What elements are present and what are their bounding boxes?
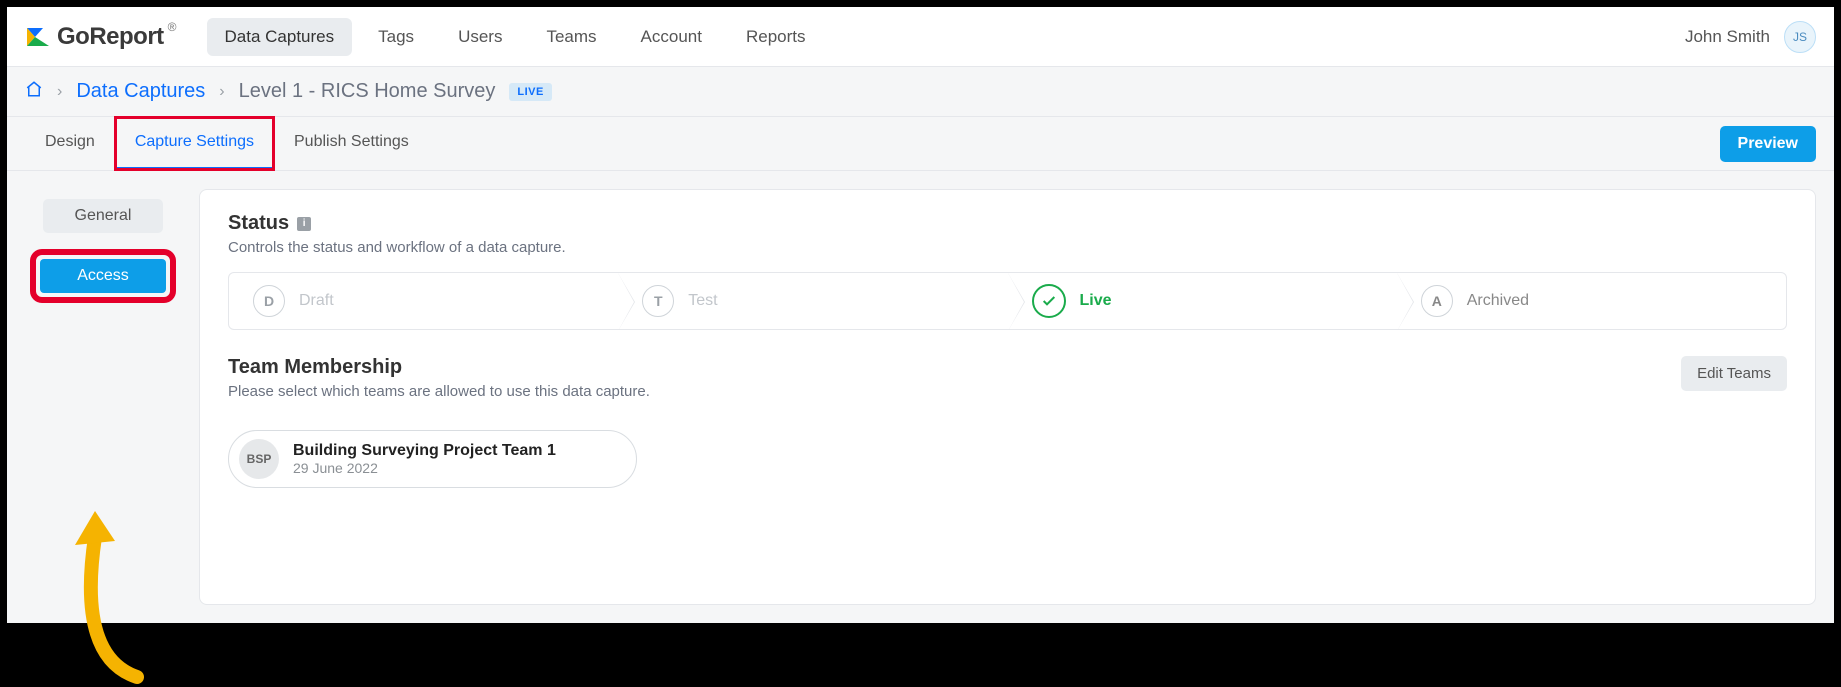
logo-icon — [25, 24, 51, 50]
team-name: Building Surveying Project Team 1 — [293, 442, 556, 460]
step-label: Live — [1080, 292, 1112, 310]
info-icon[interactable]: i — [297, 217, 311, 231]
breadcrumb-link[interactable]: Data Captures — [76, 80, 205, 103]
status-step-test[interactable]: T Test — [618, 273, 1007, 329]
main-panel: Status i Controls the status and workflo… — [199, 189, 1816, 605]
sidebar-item-general[interactable]: General — [43, 199, 163, 233]
tab-design[interactable]: Design — [25, 117, 115, 170]
step-label: Test — [688, 292, 717, 310]
highlight-box-access: Access — [36, 255, 170, 297]
status-title-text: Status — [228, 212, 289, 235]
brand-name: GoReport — [57, 23, 164, 51]
status-step-draft[interactable]: D Draft — [229, 273, 618, 329]
breadcrumb-current: Level 1 - RICS Home Survey — [239, 80, 496, 103]
tab-capture-settings[interactable]: Capture Settings — [115, 117, 274, 170]
avatar[interactable]: JS — [1784, 21, 1816, 53]
settings-sidebar: General Access — [25, 189, 181, 605]
preview-button[interactable]: Preview — [1720, 126, 1816, 162]
primary-nav: Data Captures Tags Users Teams Account R… — [207, 18, 824, 56]
home-icon[interactable] — [25, 80, 43, 103]
nav-data-captures[interactable]: Data Captures — [207, 18, 353, 56]
breadcrumb: › Data Captures › Level 1 - RICS Home Su… — [7, 67, 1834, 117]
step-code: A — [1421, 285, 1453, 317]
team-date: 29 June 2022 — [293, 460, 556, 476]
team-desc: Please select which teams are allowed to… — [228, 383, 650, 400]
team-avatar: BSP — [239, 439, 279, 479]
status-step-live[interactable]: Live — [1008, 273, 1397, 329]
sidebar-item-access[interactable]: Access — [40, 259, 166, 293]
team-title: Team Membership — [228, 356, 650, 379]
team-chip[interactable]: BSP Building Surveying Project Team 1 29… — [228, 430, 637, 488]
nav-teams[interactable]: Teams — [528, 18, 614, 56]
step-label: Draft — [299, 292, 334, 310]
step-code: T — [642, 285, 674, 317]
nav-users[interactable]: Users — [440, 18, 520, 56]
nav-tags[interactable]: Tags — [360, 18, 432, 56]
chevron-right-icon: › — [219, 83, 224, 101]
tab-publish-settings[interactable]: Publish Settings — [274, 117, 429, 170]
nav-account[interactable]: Account — [623, 18, 720, 56]
status-title: Status i — [228, 212, 1787, 235]
brand-logo[interactable]: GoReport ® — [25, 23, 179, 51]
chevron-right-icon: › — [57, 83, 62, 101]
status-desc: Controls the status and workflow of a da… — [228, 239, 1787, 256]
current-user-name: John Smith — [1685, 27, 1770, 47]
top-nav: GoReport ® Data Captures Tags Users Team… — [7, 7, 1834, 67]
page-tabs: Design Capture Settings Publish Settings… — [7, 117, 1834, 171]
nav-reports[interactable]: Reports — [728, 18, 824, 56]
checkmark-icon — [1032, 284, 1066, 318]
status-step-archived[interactable]: A Archived — [1397, 273, 1786, 329]
step-label: Archived — [1467, 292, 1529, 310]
registered-mark: ® — [168, 20, 177, 34]
status-badge: LIVE — [509, 83, 551, 101]
step-code: D — [253, 285, 285, 317]
status-workflow: D Draft T Test Live A — [228, 272, 1787, 330]
edit-teams-button[interactable]: Edit Teams — [1681, 356, 1787, 391]
